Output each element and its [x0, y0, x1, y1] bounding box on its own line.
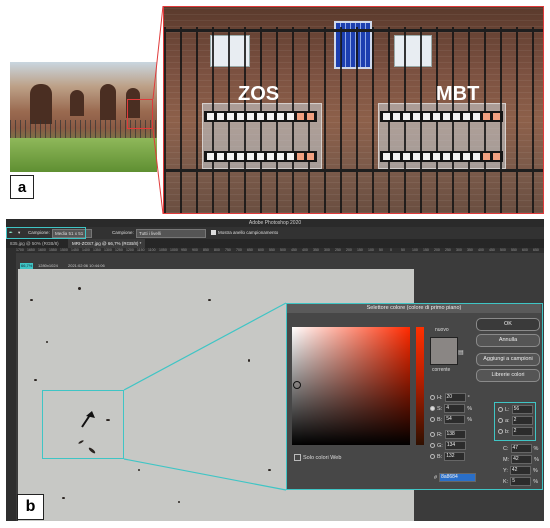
hex-label: #: [434, 474, 438, 481]
yellow-row: Y: 42 %: [503, 466, 538, 475]
magenta-field[interactable]: 42: [511, 455, 533, 464]
color-libraries-button[interactable]: Librerie colori: [476, 369, 540, 382]
magenta-label: M:: [503, 456, 510, 463]
hue-label: H:: [437, 394, 443, 401]
magenta-row: M: 42 %: [503, 455, 539, 464]
color-picker-dialog: Selettore colore (colore di primo piano)…: [286, 303, 543, 490]
brightness-radio[interactable]: [430, 417, 435, 422]
saturation-brightness-field[interactable]: [292, 327, 410, 445]
cancel-button[interactable]: Annulla: [476, 334, 540, 347]
hue-field[interactable]: 20: [444, 393, 466, 402]
photoshop-window: Adobe Photoshop 2020 ✒ ▾ Campione: Media…: [6, 219, 544, 521]
green-radio[interactable]: [430, 443, 435, 448]
cyan-unit: %: [533, 445, 539, 452]
brightness-label: B:: [437, 416, 443, 423]
web-only-checkbox[interactable]: [294, 454, 301, 461]
sample-strip: [204, 151, 317, 162]
yellow-unit: %: [532, 467, 538, 474]
hue-unit: °: [467, 394, 470, 401]
green-row: G: 134: [430, 441, 466, 450]
sample-strip: [380, 151, 503, 162]
dialog-title: Selettore colore (colore di primo piano): [287, 304, 541, 313]
black-field[interactable]: 5: [510, 477, 532, 486]
saturation-radio[interactable]: [430, 406, 435, 411]
ok-button[interactable]: OK: [476, 318, 540, 331]
web-only-row: Solo colori Web: [294, 454, 341, 461]
new-label: nuovo: [435, 327, 449, 333]
cyan-row: C: 47 %: [503, 444, 538, 453]
yellow-label: Y:: [503, 467, 508, 474]
blue-field[interactable]: 132: [444, 452, 466, 461]
warning-icon[interactable]: ▤: [458, 349, 464, 356]
hex-row: # 8a8684: [434, 473, 477, 482]
black-unit: %: [533, 478, 539, 485]
sample-strip: [380, 111, 503, 122]
hue-slider[interactable]: [416, 327, 424, 445]
red-row: R: 138: [430, 430, 466, 439]
hue-radio[interactable]: [430, 395, 435, 400]
saturation-field[interactable]: 4: [444, 404, 466, 413]
blue-row: B: 132: [430, 452, 466, 461]
panel-label-a: a: [10, 175, 34, 199]
black-row: K: 5 %: [503, 477, 538, 486]
red-field[interactable]: 138: [444, 430, 466, 439]
saturation-label: S:: [437, 405, 443, 412]
hex-field[interactable]: 8a8684: [439, 473, 477, 482]
blue-radio[interactable]: [430, 454, 435, 459]
blue-label: B:: [437, 453, 443, 460]
red-label: R:: [437, 431, 443, 438]
panel-label-b: b: [17, 494, 44, 520]
green-field[interactable]: 134: [444, 441, 466, 450]
saturation-row: S: 4 %: [430, 404, 472, 413]
lab-highlight-box: [494, 402, 536, 441]
cyan-field[interactable]: 47: [510, 444, 532, 453]
cyan-label: C:: [503, 445, 509, 452]
brightness-field[interactable]: 54: [444, 415, 466, 424]
green-label: G:: [437, 442, 443, 449]
yellow-field[interactable]: 42: [509, 466, 531, 475]
web-only-label: Solo colori Web: [303, 454, 342, 461]
zos-label: ZOS: [238, 83, 280, 105]
black-label: K:: [503, 478, 509, 485]
brightness-row: B: 54 %: [430, 415, 472, 424]
new-color-swatch: [430, 337, 458, 365]
saturation-unit: %: [467, 405, 473, 412]
hue-row: H: 20 °: [430, 393, 470, 402]
red-radio[interactable]: [430, 432, 435, 437]
color-cursor[interactable]: [293, 381, 301, 389]
mbt-label: MBT: [436, 83, 480, 105]
site-photo-detail: ZOS MBT: [163, 6, 544, 214]
magenta-unit: %: [534, 456, 540, 463]
add-to-swatches-button[interactable]: Aggiungi a campioni: [476, 353, 540, 366]
brightness-unit: %: [467, 416, 473, 423]
current-label: corrente: [432, 367, 451, 373]
sample-strip: [204, 111, 317, 122]
